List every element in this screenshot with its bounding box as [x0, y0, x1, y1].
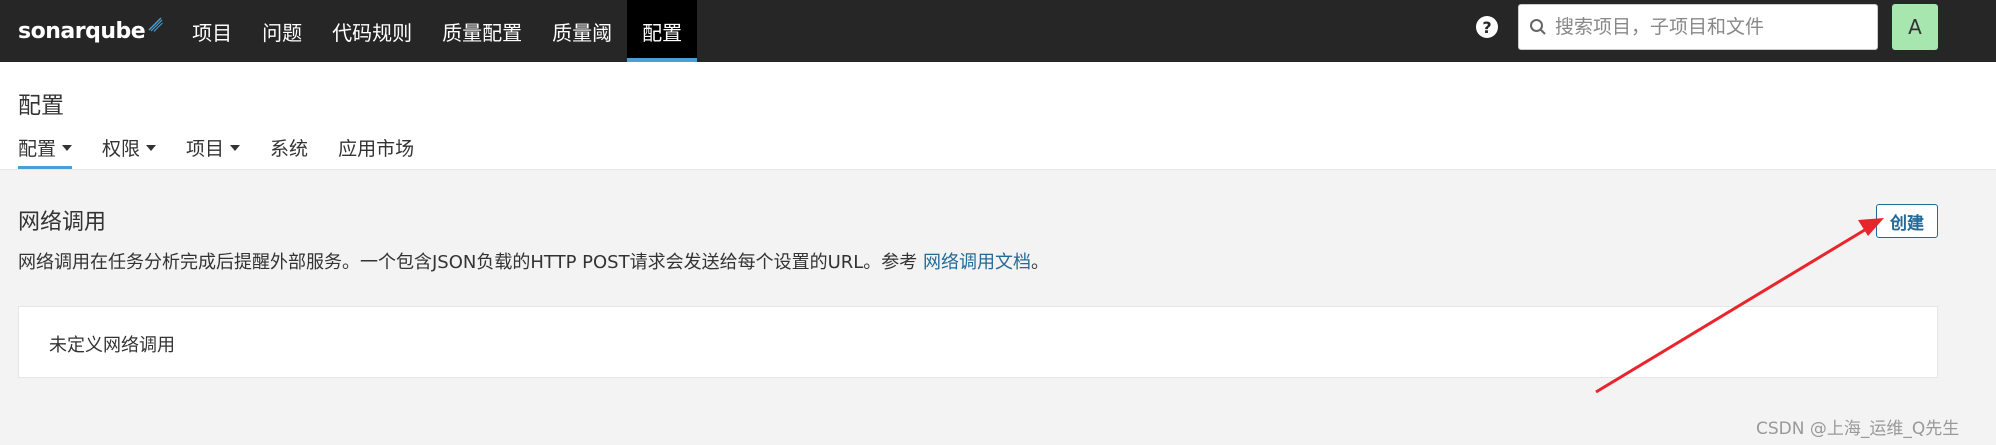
tab-system[interactable]: 系统: [270, 134, 308, 169]
search-input[interactable]: [1553, 15, 1877, 39]
empty-state-text: 未定义网络调用: [49, 335, 175, 356]
sonarqube-logo[interactable]: sonarqube: [18, 17, 163, 44]
nav-administration[interactable]: 配置: [627, 0, 698, 62]
nav-issues[interactable]: 问题: [247, 0, 317, 62]
webhooks-doc-link[interactable]: 网络调用文档: [923, 252, 1031, 273]
watermark: CSDN @上海_运维_Q先生: [1756, 419, 1960, 439]
caret-down-icon: [146, 144, 157, 151]
caret-down-icon: [230, 144, 241, 151]
tab-projects[interactable]: 项目: [186, 134, 241, 169]
tab-security[interactable]: 权限: [102, 134, 157, 169]
nav-quality-profiles[interactable]: 质量配置: [427, 0, 537, 62]
create-webhook-button[interactable]: 创建: [1876, 204, 1938, 238]
logo-text: sonarqube: [18, 18, 146, 44]
nav-projects[interactable]: 项目: [177, 0, 247, 62]
webhooks-title: 网络调用: [18, 210, 107, 235]
search-icon: [1530, 19, 1546, 35]
webhooks-empty-state: 未定义网络调用: [18, 306, 1938, 378]
tab-marketplace[interactable]: 应用市场: [338, 134, 414, 169]
global-search: [1518, 4, 1878, 50]
nav-rules[interactable]: 代码规则: [317, 0, 427, 62]
admin-tabs: 配置 权限 项目 系统 应用市场: [18, 134, 444, 169]
caret-down-icon: [62, 144, 73, 151]
page-title: 配置: [18, 93, 64, 119]
main-nav: 项目 问题 代码规则 质量配置 质量阈 配置: [177, 0, 698, 62]
webhooks-description: 网络调用在任务分析完成后提醒外部服务。一个包含JSON负载的HTTP POST请…: [18, 252, 1050, 273]
nav-quality-gates[interactable]: 质量阈: [537, 0, 627, 62]
tab-configuration[interactable]: 配置: [18, 134, 73, 169]
help-circle-icon[interactable]: ?: [1476, 16, 1498, 38]
user-avatar[interactable]: A: [1892, 4, 1938, 50]
sonar-waves-icon: [148, 17, 163, 32]
page-header: 配置 配置 权限 项目 系统 应用市场: [0, 62, 1996, 170]
top-navigation-bar: sonarqube 项目 问题 代码规则 质量配置 质量阈 配置 ? A: [0, 0, 1996, 62]
